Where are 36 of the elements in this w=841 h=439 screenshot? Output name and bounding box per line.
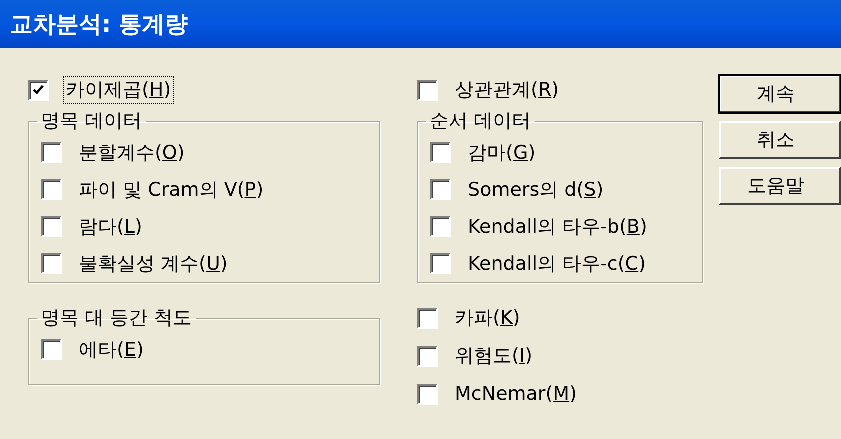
checkbox[interactable] xyxy=(41,216,62,237)
checkbox-label[interactable]: Somers의 d(S) xyxy=(465,176,607,204)
checkbox-label[interactable]: 상관관계(R) xyxy=(452,76,562,104)
checkbox-label[interactable]: 불확실성 계수(U) xyxy=(76,250,231,278)
checkbox-label[interactable]: 위험도(I) xyxy=(452,342,536,370)
checkbox-label[interactable]: 감마(G) xyxy=(465,138,539,166)
checkbox-label[interactable]: McNemar(M) xyxy=(452,382,580,406)
dialog-button[interactable]: 취소 xyxy=(719,121,841,159)
window-title: 교차분석: 통계량 xyxy=(10,10,188,40)
check-icon xyxy=(33,85,44,95)
checkbox[interactable] xyxy=(41,179,62,200)
checkbox-label[interactable]: Kendall의 타우-b(B) xyxy=(465,212,650,240)
checkbox[interactable] xyxy=(430,216,452,237)
checkbox-label[interactable]: Kendall의 타우-c(C) xyxy=(465,250,649,278)
dialog-button[interactable]: 도움말 xyxy=(719,167,841,205)
checkbox-label[interactable]: 분할계수(O) xyxy=(76,138,188,166)
checkbox[interactable] xyxy=(417,80,438,100)
checkbox[interactable] xyxy=(417,384,438,404)
checkbox-label[interactable]: 카파(K) xyxy=(452,304,524,332)
dialog-button[interactable]: 계속 xyxy=(719,75,841,113)
checkbox-label[interactable]: 에타(E) xyxy=(76,336,147,364)
checkbox[interactable] xyxy=(41,142,62,163)
checkbox[interactable] xyxy=(417,346,438,366)
checkbox[interactable] xyxy=(430,253,452,274)
checkbox-label[interactable]: 파이 및 Cram의 V(P) xyxy=(76,176,267,204)
group-title: 명목 데이터 xyxy=(40,109,144,134)
group-title: 순서 데이터 xyxy=(429,109,532,134)
checkbox[interactable] xyxy=(417,308,438,328)
checkbox[interactable] xyxy=(41,339,62,360)
checkbox[interactable] xyxy=(41,253,62,274)
checkbox[interactable] xyxy=(430,179,452,200)
checkbox[interactable] xyxy=(430,142,452,163)
checkbox-label[interactable]: 카이제곱(H) xyxy=(63,76,174,104)
checkbox[interactable] xyxy=(28,80,49,100)
checkbox-label[interactable]: 람다(L) xyxy=(76,212,146,240)
group-title: 명목 대 등간 척도 xyxy=(40,306,194,331)
